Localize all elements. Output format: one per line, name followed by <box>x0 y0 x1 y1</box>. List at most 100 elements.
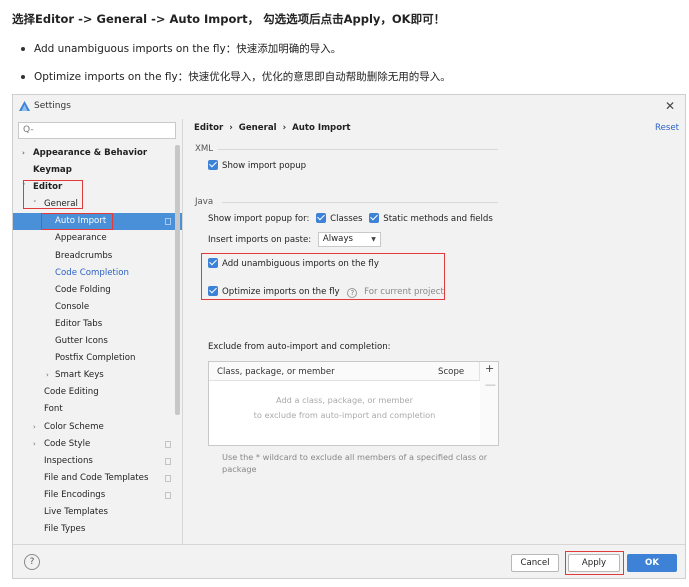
sidebar-item-keymap[interactable]: Keymap <box>13 162 182 179</box>
checkbox-checked-icon[interactable] <box>316 213 327 223</box>
column-header-name[interactable]: Class, package, or member <box>217 367 335 377</box>
title-bar: Settings ✕ <box>13 95 685 119</box>
sidebar-item-label: Code Editing <box>44 387 99 398</box>
table-empty-text: Add a class, package, or member <box>276 395 413 405</box>
sidebar-item-inspections[interactable]: Inspections <box>13 453 182 470</box>
sidebar-item-font[interactable]: Font <box>13 401 182 418</box>
sidebar-item-label: Inspections <box>44 455 93 466</box>
window-title: Settings <box>34 101 71 111</box>
project-scope-icon <box>165 440 171 448</box>
sidebar-item-breadcrumbs[interactable]: Breadcrumbs <box>13 248 182 265</box>
sidebar-scrollbar[interactable] <box>175 145 180 415</box>
insert-imports-label: Insert imports on paste: <box>208 235 312 245</box>
sidebar-item-label: Breadcrumbs <box>55 250 113 261</box>
show-import-popup-checkbox[interactable]: Show import popup <box>208 160 306 171</box>
sidebar-item-smart-keys[interactable]: › Smart Keys <box>13 367 182 384</box>
column-header-scope[interactable]: Scope <box>438 367 464 377</box>
sidebar-item-label: File Types <box>44 524 86 535</box>
sidebar-item-code-style[interactable]: › Code Style <box>13 436 182 453</box>
sidebar-item-label: Code Folding <box>55 284 111 295</box>
insert-imports-select[interactable]: Always ▼ <box>317 232 381 247</box>
close-icon[interactable]: ✕ <box>665 99 675 113</box>
sidebar-item-label: Appearance & Behavior <box>33 148 148 158</box>
cancel-button[interactable]: Cancel <box>511 554 559 572</box>
sidebar-item-gutter-icons[interactable]: Gutter Icons <box>13 333 182 350</box>
checkbox-label: Show import popup <box>222 161 307 171</box>
sidebar-item-live-templates[interactable]: Live Templates <box>13 504 182 521</box>
chevron-right-icon[interactable]: › <box>33 419 36 436</box>
sidebar-item-console[interactable]: Console <box>13 299 182 316</box>
remove-icon[interactable]: — <box>485 378 496 391</box>
table-toolbar: + — <box>480 362 498 445</box>
section-title-xml: XML <box>195 144 214 154</box>
sidebar-item-appearance[interactable]: Appearance <box>13 230 182 247</box>
sidebar-item-file-types[interactable]: File Types <box>13 521 182 538</box>
intro-bullet: Optimize imports on the fly：快速优化导入，优化的意思… <box>20 69 451 84</box>
search-icon: Q- <box>23 125 34 135</box>
sidebar-item-code-folding[interactable]: Code Folding <box>13 282 182 299</box>
dialog-footer: ? Cancel Apply OK <box>13 544 685 578</box>
breadcrumb-item: Auto Import <box>292 123 351 133</box>
chevron-right-icon[interactable]: › <box>22 145 25 162</box>
sidebar-item-label: Smart Keys <box>55 370 104 381</box>
sidebar-item-code-completion[interactable]: Code Completion <box>13 265 182 282</box>
highlight-box-editor-general <box>23 180 83 209</box>
highlight-box-auto-import <box>41 213 113 230</box>
sidebar-item-label: File Encodings <box>44 489 106 500</box>
sidebar-item-editor-tabs[interactable]: Editor Tabs <box>13 316 182 333</box>
project-scope-icon <box>165 218 171 226</box>
chevron-right-icon[interactable]: › <box>46 367 49 384</box>
sidebar-item-label: Postfix Completion <box>55 353 136 364</box>
breadcrumb-item: Editor <box>194 123 224 133</box>
app-logo-icon <box>19 101 30 111</box>
highlight-box-apply <box>565 551 624 575</box>
checkbox-label: Static methods and fields <box>383 214 493 224</box>
sidebar-item-label: Gutter Icons <box>55 336 108 347</box>
section-divider <box>222 202 498 203</box>
reset-link[interactable]: Reset <box>655 123 679 133</box>
classes-checkbox[interactable]: Classes <box>316 213 363 224</box>
show-popup-for-label: Show import popup for: <box>208 214 310 224</box>
sidebar-item-label: Font <box>44 404 63 415</box>
sidebar-item-appearance-behavior[interactable]: › Appearance & Behavior <box>13 145 182 162</box>
chevron-down-icon: ▼ <box>371 236 376 243</box>
sidebar-item-label: Appearance <box>55 233 107 244</box>
breadcrumb-separator: › <box>282 123 287 133</box>
exclude-table[interactable]: Class, package, or member Scope + — Add … <box>208 361 499 446</box>
exclude-label: Exclude from auto-import and completion: <box>208 342 391 352</box>
section-title-java: Java <box>195 197 214 207</box>
sidebar-item-label: Console <box>55 301 90 312</box>
sidebar-item-postfix-completion[interactable]: Postfix Completion <box>13 350 182 367</box>
sidebar-item-label: Code Completion <box>55 267 129 278</box>
static-methods-checkbox[interactable]: Static methods and fields <box>369 213 493 224</box>
intro-bullet: Add unambiguous imports on the fly：快速添加明… <box>20 41 451 56</box>
sidebar-item-code-editing[interactable]: Code Editing <box>13 384 182 401</box>
wildcard-note: Use the * wildcard to exclude all member… <box>222 452 488 474</box>
sidebar-item-label: Editor Tabs <box>55 318 103 329</box>
show-popup-for-row: Show import popup for: Classes Static me… <box>208 213 493 224</box>
ok-button[interactable]: OK <box>627 554 677 572</box>
breadcrumb: Editor › General › Auto Import <box>194 123 350 133</box>
sidebar-item-file-code-templates[interactable]: File and Code Templates <box>13 470 182 487</box>
breadcrumb-separator: › <box>229 123 233 133</box>
project-scope-icon <box>165 457 171 465</box>
intro-title: 选择Editor -> General -> Auto Import， 勾选选项… <box>12 12 446 26</box>
sidebar-item-label: Color Scheme <box>44 421 104 432</box>
sidebar-item-color-scheme[interactable]: › Color Scheme <box>13 419 182 436</box>
checkbox-checked-icon[interactable] <box>369 213 380 223</box>
checkbox-label: Classes <box>330 214 363 224</box>
checkbox-checked-icon[interactable] <box>208 160 218 170</box>
help-button[interactable]: ? <box>24 554 40 570</box>
settings-window: Settings ✕ Q- › Appearance & Behavior Ke… <box>12 94 686 579</box>
settings-panel: Editor › General › Auto Import Reset XML Sho… <box>184 119 685 544</box>
settings-sidebar: Q- › Appearance & Behavior Keymap ˅ Edit… <box>13 119 183 544</box>
sidebar-item-label: Code Style <box>44 438 91 449</box>
insert-imports-row: Insert imports on paste: Always ▼ <box>208 232 381 247</box>
sidebar-item-label: File and Code Templates <box>44 472 149 483</box>
sidebar-item-label: Live Templates <box>44 506 108 517</box>
chevron-right-icon[interactable]: › <box>33 436 36 453</box>
search-input[interactable]: Q- <box>18 122 176 139</box>
highlight-box-import-options <box>201 253 445 300</box>
add-icon[interactable]: + <box>485 362 494 375</box>
sidebar-item-file-encodings[interactable]: File Encodings <box>13 487 182 504</box>
